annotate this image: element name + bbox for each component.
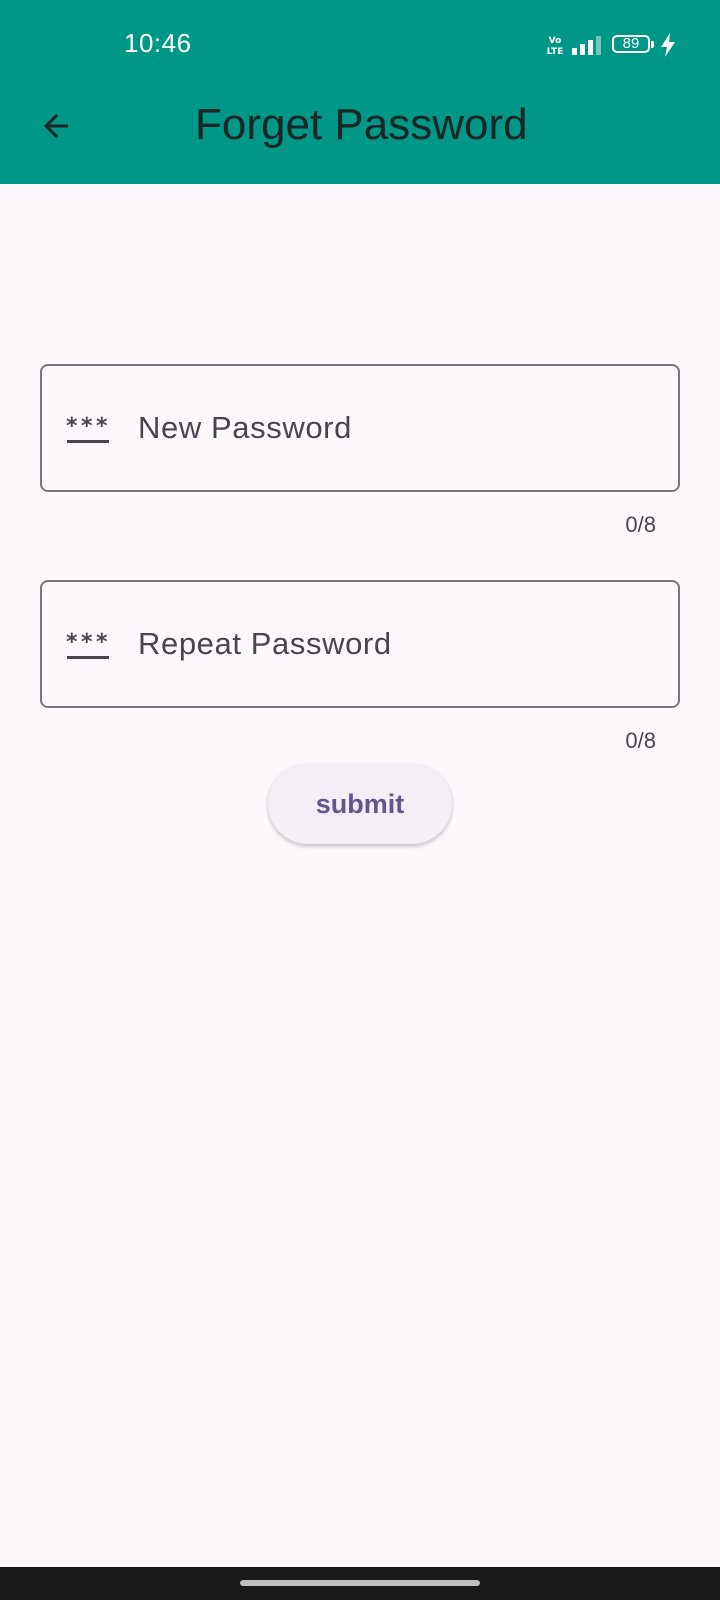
new-password-input[interactable] [138, 396, 648, 460]
navigation-bar [0, 1567, 720, 1600]
svg-text:*: * [81, 632, 93, 655]
svg-text:*: * [66, 416, 78, 439]
status-bar: 10:46 Vo LTE 89 [0, 0, 720, 90]
arrow-left-icon [44, 114, 68, 138]
status-time: 10:46 [124, 28, 192, 58]
repeat-password-counter: 0/8 [625, 728, 656, 753]
svg-text:*: * [96, 632, 108, 655]
signal-icon [572, 34, 602, 56]
volte-icon: Vo LTE [546, 34, 564, 57]
battery-level: 89 [622, 35, 640, 52]
password-icon: * * * [66, 630, 110, 662]
svg-text:Vo: Vo [549, 36, 562, 46]
repeat-password-input[interactable] [138, 612, 648, 676]
svg-text:*: * [66, 632, 78, 655]
new-password-counter: 0/8 [625, 512, 656, 537]
home-indicator[interactable] [240, 1580, 480, 1586]
new-password-field[interactable]: * * * [40, 364, 680, 492]
charging-icon [660, 33, 676, 57]
repeat-password-field[interactable]: * * * [40, 580, 680, 708]
svg-text:*: * [96, 416, 108, 439]
back-button[interactable] [28, 98, 84, 154]
app-bar: 10:46 Vo LTE 89 Forget Password [0, 0, 720, 184]
password-icon: * * * [66, 414, 110, 446]
svg-text:*: * [81, 416, 93, 439]
page-title: Forget Password [195, 100, 528, 149]
svg-text:LTE: LTE [547, 47, 564, 56]
submit-button[interactable]: submit [268, 764, 452, 844]
battery-icon: 89 [612, 35, 656, 57]
